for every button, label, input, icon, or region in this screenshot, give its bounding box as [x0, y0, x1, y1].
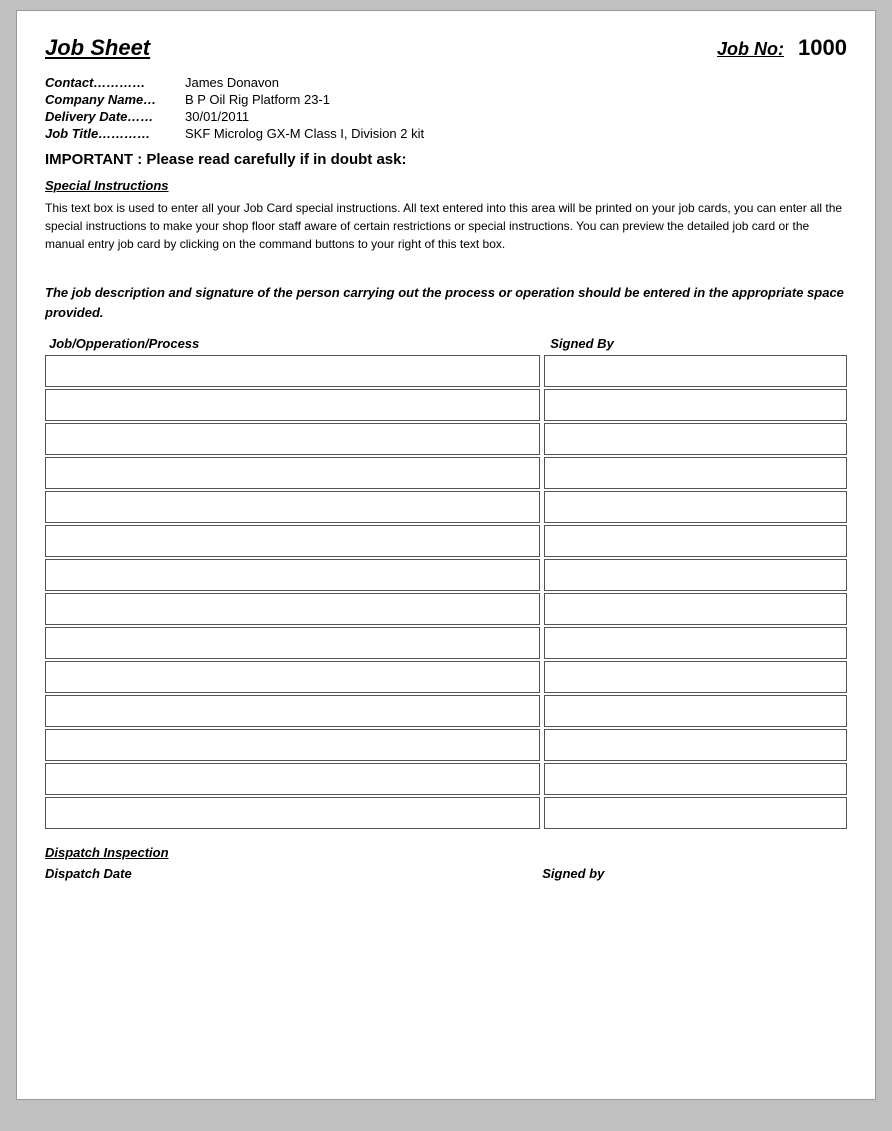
- cell-job-2[interactable]: [45, 423, 540, 455]
- table-row: [45, 729, 847, 761]
- table-row: [45, 627, 847, 659]
- cell-signed-0[interactable]: [544, 355, 847, 387]
- job-title-row: Job Title………… SKF Microlog GX-M Class I,…: [45, 126, 847, 141]
- cell-job-0[interactable]: [45, 355, 540, 387]
- delivery-value: 30/01/2011: [185, 109, 249, 124]
- cell-signed-6[interactable]: [544, 559, 847, 591]
- table-row: [45, 423, 847, 455]
- cell-job-8[interactable]: [45, 627, 540, 659]
- col-job-header: Job/Opperation/Process: [45, 336, 542, 351]
- cell-job-7[interactable]: [45, 593, 540, 625]
- table-row: [45, 763, 847, 795]
- cell-job-4[interactable]: [45, 491, 540, 523]
- job-table: Job/Opperation/Process Signed By: [45, 336, 847, 829]
- contact-value: James Donavon: [185, 75, 279, 90]
- cell-signed-1[interactable]: [544, 389, 847, 421]
- special-instructions-text: This text box is used to enter all your …: [45, 199, 847, 253]
- table-row: [45, 695, 847, 727]
- table-row: [45, 559, 847, 591]
- dispatch-signed-label: Signed by: [542, 866, 847, 881]
- cell-signed-13[interactable]: [544, 797, 847, 829]
- important-notice: IMPORTANT : Please read carefully if in …: [45, 151, 847, 168]
- cell-job-11[interactable]: [45, 729, 540, 761]
- table-row: [45, 661, 847, 693]
- table-row: [45, 797, 847, 829]
- cell-job-10[interactable]: [45, 695, 540, 727]
- dispatch-row: Dispatch Date Signed by: [45, 866, 847, 881]
- cell-signed-12[interactable]: [544, 763, 847, 795]
- cell-job-13[interactable]: [45, 797, 540, 829]
- info-section: Contact………… James Donavon Company Name… …: [45, 75, 847, 141]
- dispatch-section: Dispatch Inspection Dispatch Date Signed…: [45, 845, 847, 881]
- cell-job-9[interactable]: [45, 661, 540, 693]
- cell-job-1[interactable]: [45, 389, 540, 421]
- cell-job-3[interactable]: [45, 457, 540, 489]
- delivery-row: Delivery Date…… 30/01/2011: [45, 109, 847, 124]
- delivery-label: Delivery Date……: [45, 109, 185, 124]
- cell-signed-10[interactable]: [544, 695, 847, 727]
- header: Job Sheet Job No: 1000: [45, 35, 847, 61]
- cell-signed-4[interactable]: [544, 491, 847, 523]
- page-title: Job Sheet: [45, 35, 150, 61]
- cell-signed-3[interactable]: [544, 457, 847, 489]
- table-row: [45, 491, 847, 523]
- cell-signed-2[interactable]: [544, 423, 847, 455]
- job-no-value: 1000: [798, 35, 847, 61]
- job-sheet-page: Job Sheet Job No: 1000 Contact………… James…: [16, 10, 876, 1100]
- table-row: [45, 389, 847, 421]
- cell-job-6[interactable]: [45, 559, 540, 591]
- contact-label: Contact…………: [45, 75, 185, 90]
- company-value: B P Oil Rig Platform 23-1: [185, 92, 330, 107]
- company-label: Company Name…: [45, 92, 185, 107]
- cell-signed-5[interactable]: [544, 525, 847, 557]
- table-row: [45, 525, 847, 557]
- job-desc-note: The job description and signature of the…: [45, 283, 847, 322]
- cell-signed-9[interactable]: [544, 661, 847, 693]
- cell-job-5[interactable]: [45, 525, 540, 557]
- job-title-value: SKF Microlog GX-M Class I, Division 2 ki…: [185, 126, 424, 141]
- table-rows: [45, 355, 847, 829]
- cell-signed-7[interactable]: [544, 593, 847, 625]
- dispatch-label: Dispatch Inspection: [45, 845, 847, 860]
- contact-row: Contact………… James Donavon: [45, 75, 847, 90]
- cell-job-12[interactable]: [45, 763, 540, 795]
- cell-signed-11[interactable]: [544, 729, 847, 761]
- job-title-label: Job Title…………: [45, 126, 185, 141]
- special-instructions-label: Special Instructions: [45, 178, 847, 193]
- job-no-label: Job No:: [717, 39, 784, 60]
- table-header: Job/Opperation/Process Signed By: [45, 336, 847, 351]
- table-row: [45, 457, 847, 489]
- dispatch-date-label: Dispatch Date: [45, 866, 542, 881]
- cell-signed-8[interactable]: [544, 627, 847, 659]
- company-row: Company Name… B P Oil Rig Platform 23-1: [45, 92, 847, 107]
- col-signed-header: Signed By: [542, 336, 847, 351]
- table-row: [45, 355, 847, 387]
- table-row: [45, 593, 847, 625]
- job-no-block: Job No: 1000: [717, 35, 847, 61]
